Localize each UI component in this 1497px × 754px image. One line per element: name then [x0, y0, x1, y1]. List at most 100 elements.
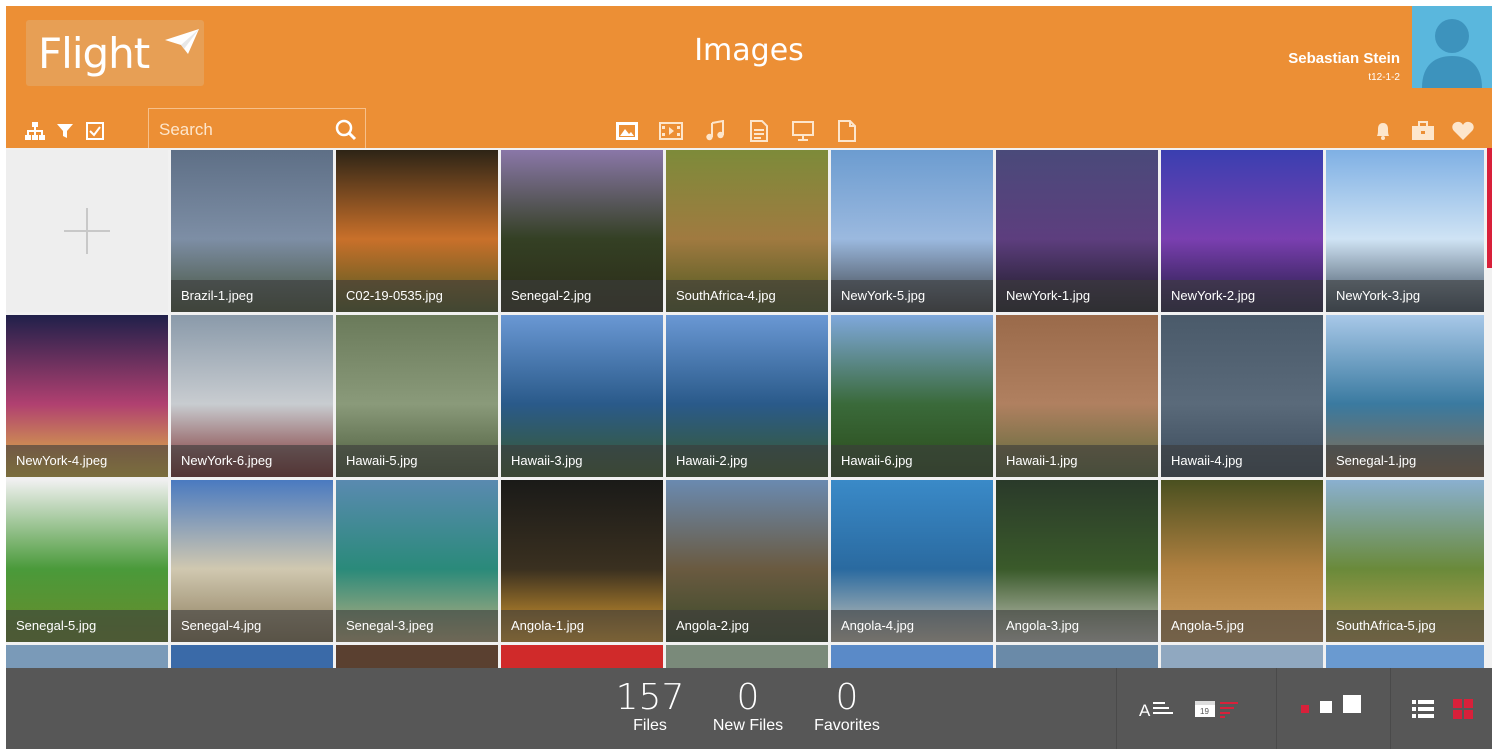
- image-grid: Brazil-1.jpeg C02-19-0535.jpg Senegal-2.jp…: [6, 148, 1492, 669]
- image-tile[interactable]: [1326, 645, 1484, 669]
- image-tile[interactable]: Hawaii-3.jpg: [501, 315, 663, 477]
- image-tile[interactable]: Hawaii-4.jpg: [1161, 315, 1323, 477]
- add-file-tile[interactable]: [6, 150, 168, 312]
- sort-date-icon[interactable]: 19: [1194, 696, 1240, 722]
- image-tile[interactable]: Senegal-4.jpg: [171, 480, 333, 642]
- image-filename: C02-19-0535.jpg: [336, 280, 498, 312]
- document-icon[interactable]: [744, 118, 774, 144]
- size-medium-icon[interactable]: [1319, 700, 1333, 714]
- image-tile[interactable]: Hawaii-6.jpg: [831, 315, 993, 477]
- image-tile[interactable]: Senegal-3.jpeg: [336, 480, 498, 642]
- image-filename: Senegal-5.jpg: [6, 610, 168, 642]
- footer-divider: [1116, 668, 1117, 749]
- image-tile[interactable]: [1161, 645, 1323, 669]
- search-input[interactable]: [159, 118, 319, 142]
- plus-icon: [64, 208, 110, 259]
- image-filename: Hawaii-4.jpg: [1161, 445, 1323, 477]
- image-tile[interactable]: NewYork-3.jpg: [1326, 150, 1484, 312]
- image-filename: SouthAfrica-4.jpg: [666, 280, 828, 312]
- image-tile[interactable]: [6, 645, 168, 669]
- footer-divider: [1390, 668, 1391, 749]
- bell-icon[interactable]: [1368, 118, 1398, 144]
- image-filename: Angola-1.jpg: [501, 610, 663, 642]
- list-view-icon[interactable]: [1410, 696, 1436, 722]
- briefcase-icon[interactable]: [1408, 118, 1438, 144]
- scrollbar-thumb[interactable]: [1487, 148, 1492, 268]
- image-filename: NewYork-6.jpeg: [171, 445, 333, 477]
- image-tile[interactable]: Angola-4.jpg: [831, 480, 993, 642]
- hierarchy-icon[interactable]: [20, 118, 50, 144]
- image-tile[interactable]: Senegal-5.jpg: [6, 480, 168, 642]
- image-tile[interactable]: Angola-3.jpg: [996, 480, 1158, 642]
- file-icon[interactable]: [832, 118, 862, 144]
- toolbar-left: [20, 118, 110, 144]
- image-tile[interactable]: SouthAfrica-4.jpg: [666, 150, 828, 312]
- image-filename: Angola-4.jpg: [831, 610, 993, 642]
- image-filename: Hawaii-2.jpg: [666, 445, 828, 477]
- sort-alpha-icon[interactable]: A: [1136, 696, 1176, 722]
- heart-icon[interactable]: [1448, 118, 1478, 144]
- image-tile[interactable]: C02-19-0535.jpg: [336, 150, 498, 312]
- filter-icon[interactable]: [50, 118, 80, 144]
- image-filename: Hawaii-5.jpg: [336, 445, 498, 477]
- favorites-label: Favorites: [814, 717, 880, 734]
- image-tile[interactable]: Brazil-1.jpeg: [171, 150, 333, 312]
- image-filename: NewYork-1.jpg: [996, 280, 1158, 312]
- image-tile[interactable]: Senegal-2.jpg: [501, 150, 663, 312]
- image-filename: Angola-3.jpg: [996, 610, 1158, 642]
- files-count: 157: [615, 677, 685, 718]
- image-filename: Senegal-2.jpg: [501, 280, 663, 312]
- size-large-icon[interactable]: [1342, 694, 1362, 714]
- image-tile[interactable]: NewYork-6.jpeg: [171, 315, 333, 477]
- files-stat: 157 Files: [610, 678, 690, 736]
- image-tile[interactable]: [171, 645, 333, 669]
- image-tile[interactable]: Hawaii-1.jpg: [996, 315, 1158, 477]
- checkbox-icon[interactable]: [80, 118, 110, 144]
- image-tile[interactable]: Hawaii-2.jpg: [666, 315, 828, 477]
- image-filename: Senegal-3.jpeg: [336, 610, 498, 642]
- image-tile[interactable]: NewYork-2.jpg: [1161, 150, 1323, 312]
- image-filename: Hawaii-3.jpg: [501, 445, 663, 477]
- image-tile[interactable]: Angola-5.jpg: [1161, 480, 1323, 642]
- search-box: [148, 108, 366, 148]
- avatar[interactable]: [1412, 6, 1492, 88]
- files-label: Files: [633, 717, 667, 734]
- app-window: Flight Images Sebastian Stein t12-1-2 Se…: [6, 6, 1492, 749]
- image-filename: NewYork-5.jpg: [831, 280, 993, 312]
- image-filename: NewYork-3.jpg: [1326, 280, 1484, 312]
- image-tile[interactable]: NewYork-5.jpg: [831, 150, 993, 312]
- image-filename: Senegal-4.jpg: [171, 610, 333, 642]
- search-icon[interactable]: [335, 119, 357, 146]
- image-filename: Senegal-1.jpg: [1326, 445, 1484, 477]
- image-tile[interactable]: [996, 645, 1158, 669]
- image-tile[interactable]: NewYork-4.jpeg: [6, 315, 168, 477]
- video-icon[interactable]: [656, 118, 686, 144]
- size-small-icon[interactable]: [1300, 704, 1310, 714]
- toolbar-right: [1368, 118, 1478, 144]
- image-tile[interactable]: Angola-2.jpg: [666, 480, 828, 642]
- image-filename: Angola-2.jpg: [666, 610, 828, 642]
- image-tile[interactable]: SouthAfrica-5.jpg: [1326, 480, 1484, 642]
- image-tile[interactable]: [501, 645, 663, 669]
- image-filename: NewYork-4.jpeg: [6, 445, 168, 477]
- image-filename: Hawaii-1.jpg: [996, 445, 1158, 477]
- footer-bar: 157 Files 0 New Files 0 Favorites A 19: [6, 668, 1492, 749]
- new-files-stat: 0 New Files: [698, 678, 798, 736]
- presentation-icon[interactable]: [788, 118, 818, 144]
- music-icon[interactable]: [700, 118, 730, 144]
- new-files-count: 0: [736, 677, 760, 718]
- user-name[interactable]: Sebastian Stein: [1288, 50, 1400, 67]
- image-tile[interactable]: [831, 645, 993, 669]
- image-tile[interactable]: Hawaii-5.jpg: [336, 315, 498, 477]
- favorites-stat: 0 Favorites: [802, 678, 892, 736]
- image-tile[interactable]: Angola-1.jpg: [501, 480, 663, 642]
- image-tile[interactable]: NewYork-1.jpg: [996, 150, 1158, 312]
- svg-text:A: A: [1139, 701, 1151, 720]
- image-tile[interactable]: Senegal-1.jpg: [1326, 315, 1484, 477]
- image-tile[interactable]: [336, 645, 498, 669]
- image-icon[interactable]: [612, 118, 642, 144]
- new-files-label: New Files: [712, 717, 784, 734]
- grid-view-icon[interactable]: [1450, 696, 1476, 722]
- footer-divider: [1276, 668, 1277, 749]
- image-tile[interactable]: [666, 645, 828, 669]
